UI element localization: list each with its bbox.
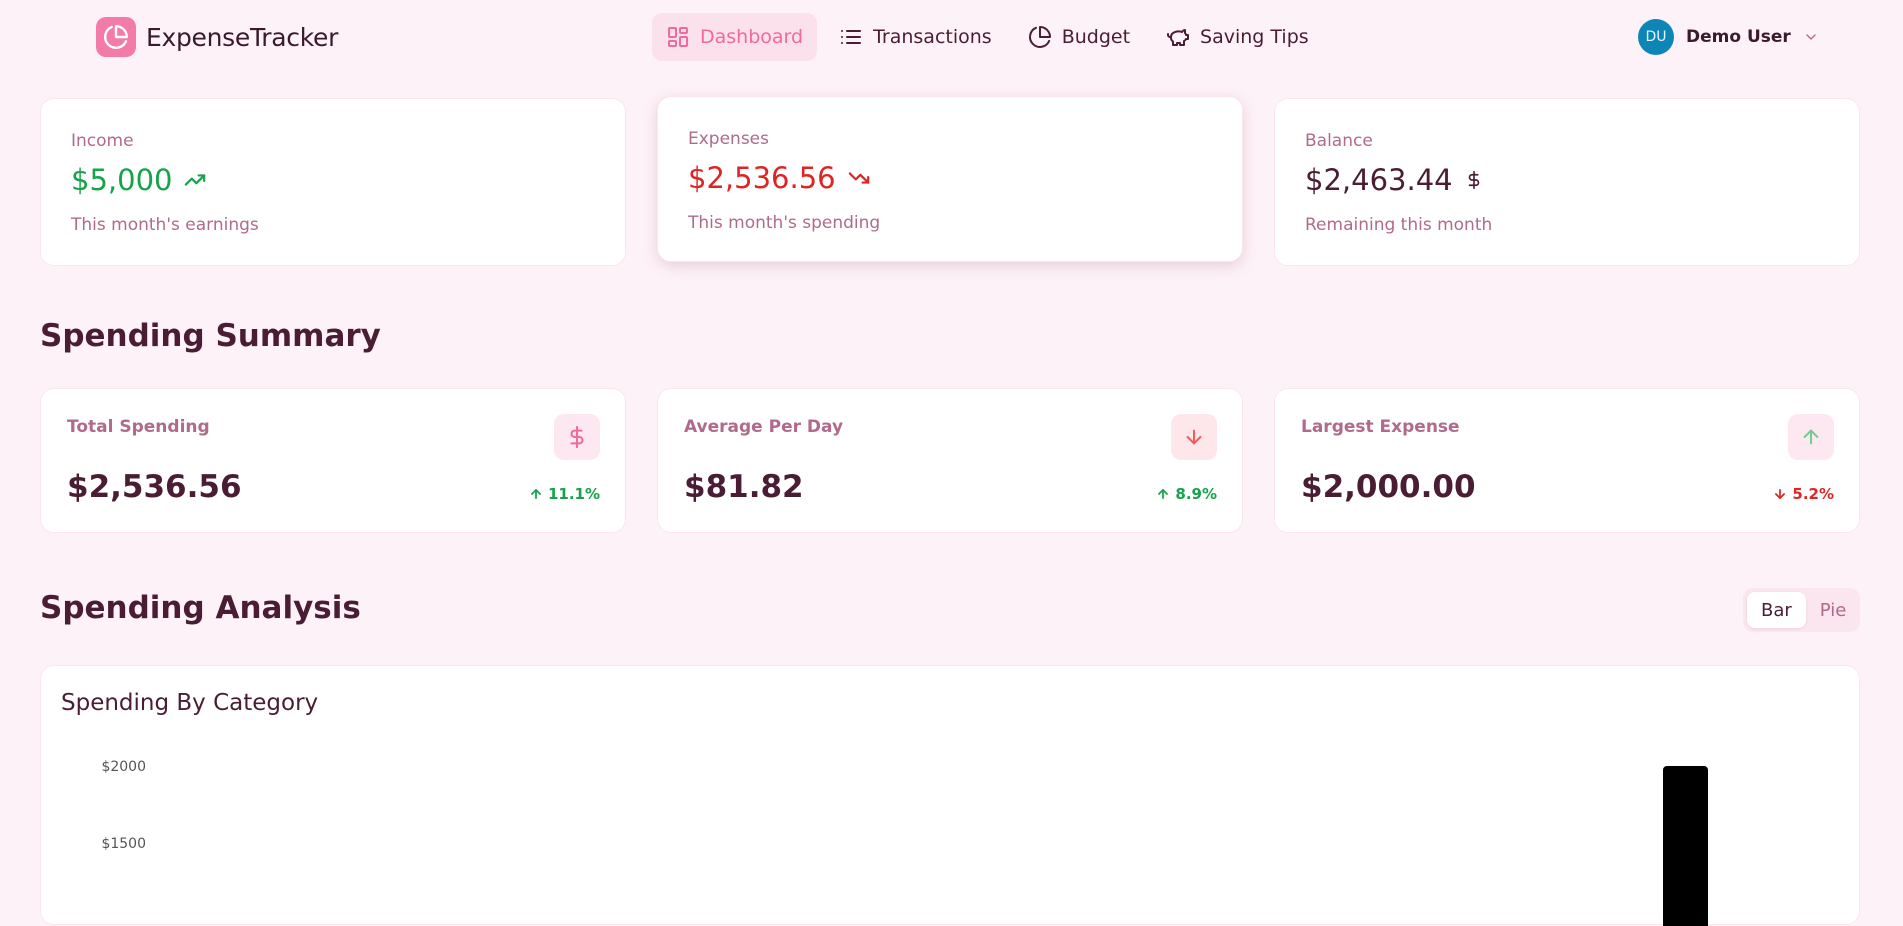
bar[interactable] (1663, 766, 1708, 926)
balance-label: Balance (1305, 131, 1373, 151)
toggle-bar-button[interactable]: Bar (1747, 592, 1806, 628)
summary-label: Average Per Day (684, 417, 844, 437)
summary-card-largest: Largest Expense $2,000.00 5.2% (1274, 388, 1860, 533)
nav-label: Dashboard (700, 26, 804, 48)
nav-transactions[interactable]: Transactions (825, 13, 1006, 61)
summary-label: Largest Expense (1301, 417, 1460, 437)
summary-change-value: 11.1% (547, 485, 600, 503)
arrow-up-icon (530, 489, 541, 499)
app-name: ExpenseTracker (146, 22, 339, 52)
spending-by-category-card: Spending By Category $2000 $1500 (40, 665, 1860, 926)
nav-budget[interactable]: Budget (1014, 13, 1144, 61)
summary-change-value: 8.9% (1175, 485, 1217, 503)
chevron-down-icon (1806, 34, 1816, 40)
summary-value: $2,536.56 (67, 469, 242, 505)
expenses-note: This month's spending (688, 213, 881, 233)
nav-label: Saving Tips (1200, 26, 1309, 48)
income-label: Income (71, 131, 134, 151)
avatar: DU (1638, 19, 1674, 55)
summary-change-value: 5.2% (1792, 485, 1834, 503)
y-tick-label: $1500 (101, 836, 146, 852)
chart-type-toggle: Bar Pie (1743, 588, 1860, 632)
main-nav: Dashboard Transactions Budget Saving Tip… (652, 13, 1323, 61)
summary-value: $81.82 (684, 469, 804, 505)
arrow-up-icon (1158, 489, 1169, 499)
app-logo[interactable]: ExpenseTracker (96, 17, 338, 57)
balance-note: Remaining this month (1305, 215, 1493, 235)
summary-change: 8.9% (1156, 485, 1217, 503)
dollar-icon (554, 414, 600, 460)
dashboard-icon (668, 27, 688, 47)
expenses-value-row: $2,536.56 (688, 161, 870, 195)
user-name: Demo User (1686, 27, 1791, 47)
income-note: This month's earnings (71, 215, 259, 235)
income-value-row: $5,000 (71, 163, 206, 197)
nav-saving-tips[interactable]: Saving Tips (1152, 13, 1323, 61)
dollar-icon (1468, 170, 1479, 190)
arrow-up-icon (1788, 414, 1834, 460)
arrow-down-icon (1171, 414, 1217, 460)
summary-card-average: Average Per Day $81.82 8.9% (657, 388, 1243, 533)
toggle-pie-button[interactable]: Pie (1806, 592, 1861, 628)
spending-summary-title: Spending Summary (40, 318, 381, 354)
balance-value: $2,463.44 (1305, 163, 1453, 197)
summary-label: Total Spending (67, 417, 210, 437)
expenses-label: Expenses (688, 129, 769, 149)
balance-value-row: $2,463.44 (1305, 163, 1483, 197)
piggy-bank-icon (1167, 29, 1190, 46)
arrow-down-icon (1775, 489, 1786, 499)
summary-value: $2,000.00 (1301, 469, 1476, 505)
y-tick-label: $2000 (101, 759, 146, 775)
pie-chart-icon (1028, 26, 1051, 48)
expenses-card: Expenses $2,536.56 This month's spending (657, 96, 1243, 262)
expenses-value: $2,536.56 (688, 161, 836, 195)
spending-analysis-title: Spending Analysis (40, 590, 361, 626)
user-menu[interactable]: DU Demo User (1638, 19, 1819, 55)
trending-up-icon (185, 174, 206, 186)
top-navigation-bar: ExpenseTracker Dashboard Transactions Bu… (0, 0, 1903, 76)
bar-chart: $2000 $1500 (101, 759, 1708, 926)
summary-change: 5.2% (1773, 485, 1834, 503)
nav-dashboard[interactable]: Dashboard (652, 13, 818, 61)
list-icon (841, 30, 862, 44)
nav-label: Budget (1061, 26, 1131, 48)
summary-change: 11.1% (529, 485, 600, 503)
nav-label: Transactions (873, 26, 992, 48)
trending-down-icon (848, 172, 869, 184)
logo-icon (96, 17, 136, 57)
balance-card: Balance $2,463.44 Remaining this month (1274, 98, 1860, 266)
income-card: Income $5,000 This month's earnings (40, 98, 626, 266)
income-value: $5,000 (71, 163, 173, 197)
summary-card-total: Total Spending $2,536.56 11.1% (40, 388, 626, 533)
